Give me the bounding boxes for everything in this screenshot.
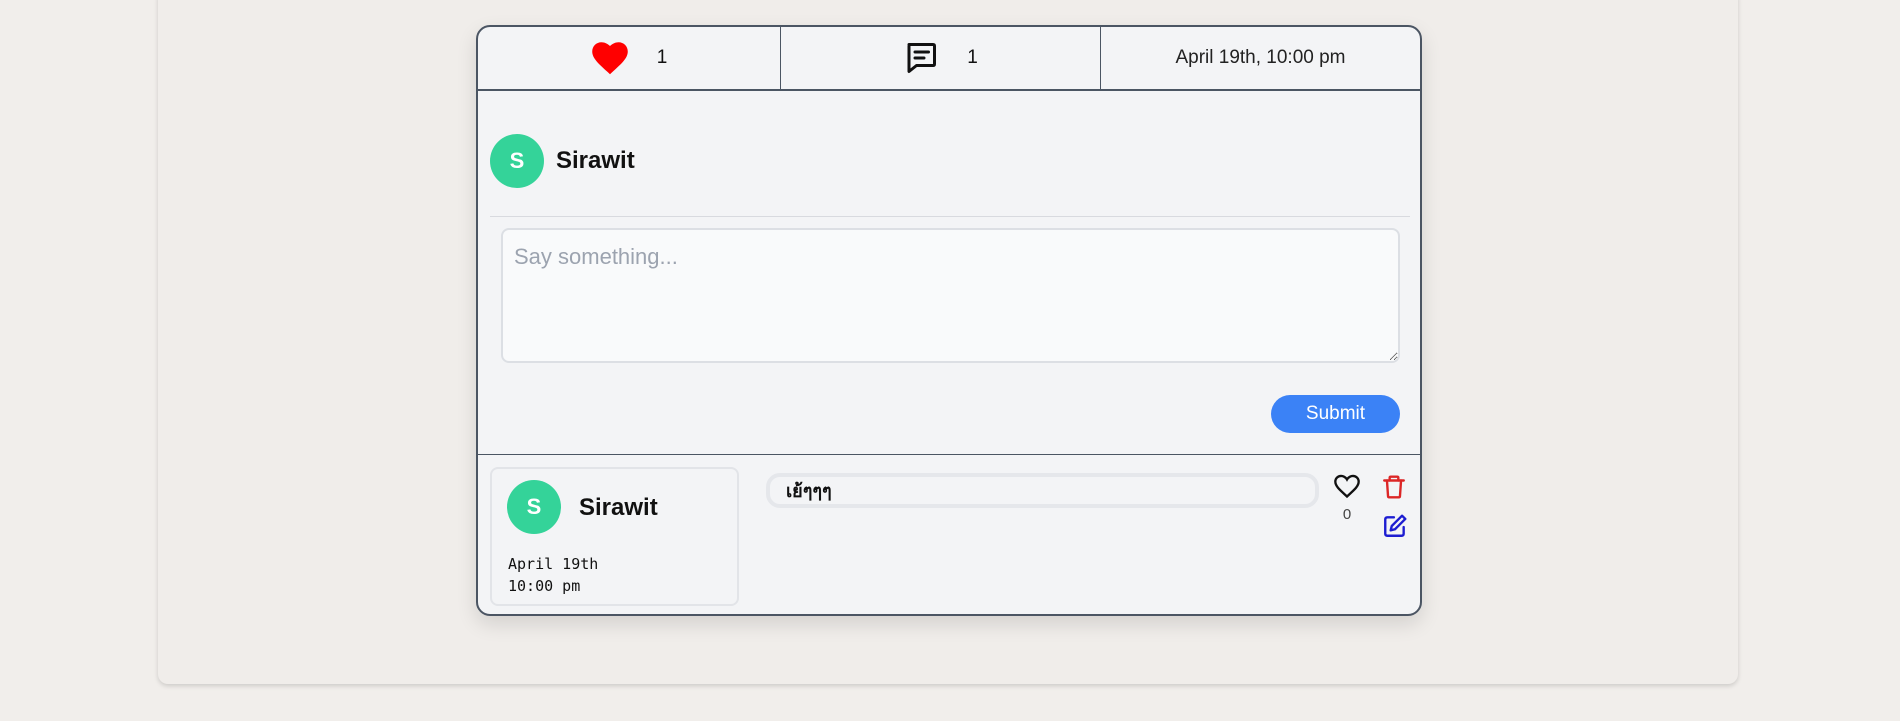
post-card: 1 1 April 19th, 10:00 pm S Sirawit Submi… (476, 25, 1422, 616)
heart-icon[interactable] (591, 41, 629, 75)
comments-divider (478, 454, 1420, 455)
comment-author-name: Sirawit (579, 494, 658, 521)
comment-stat[interactable]: 1 (781, 27, 1101, 89)
trash-icon[interactable] (1381, 475, 1407, 505)
comment-like-count: 0 (1342, 506, 1352, 523)
like-count: 1 (656, 47, 668, 68)
edit-icon[interactable] (1382, 514, 1408, 543)
comment-icon[interactable] (903, 40, 939, 76)
comment-author-card: S Sirawit April 19th 10:00 pm (490, 467, 739, 606)
like-stat[interactable]: 1 (478, 27, 781, 89)
edit-button[interactable] (1382, 513, 1408, 544)
post-stats-bar: 1 1 April 19th, 10:00 pm (478, 27, 1420, 91)
comment-date: April 19th 10:00 pm (508, 555, 599, 595)
author-name: Sirawit (556, 147, 635, 174)
heart-outline-icon[interactable] (1333, 473, 1361, 504)
composer-author: S Sirawit (490, 134, 635, 188)
comment-text: เย้ๆๆๆ (766, 473, 1319, 508)
post-date: April 19th, 10:00 pm (1175, 47, 1346, 68)
divider (490, 216, 1410, 217)
avatar: S (507, 480, 561, 534)
comment-input[interactable] (501, 228, 1400, 363)
submit-button[interactable]: Submit (1271, 395, 1400, 433)
comment-like-button[interactable]: 0 (1332, 473, 1362, 523)
avatar: S (490, 134, 544, 188)
delete-button[interactable] (1381, 473, 1407, 506)
comment-count: 1 (967, 47, 978, 68)
